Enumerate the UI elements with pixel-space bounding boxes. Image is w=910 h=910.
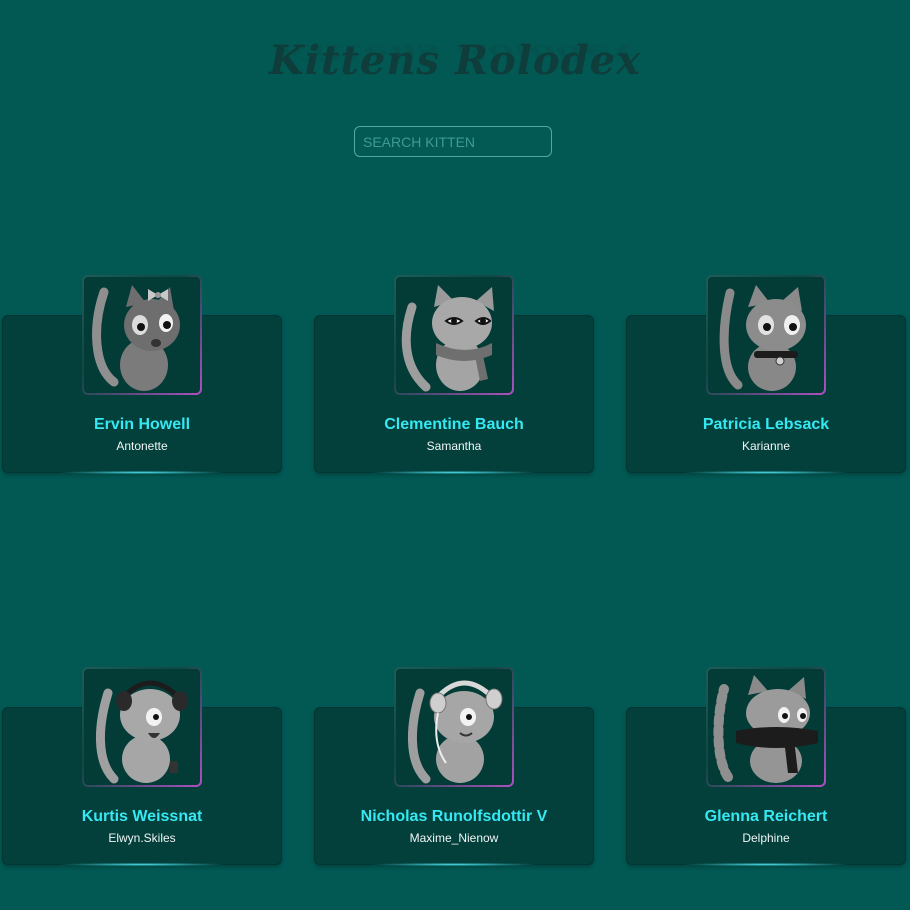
- card-glow: [374, 863, 534, 866]
- kitten-avatar: [706, 275, 826, 395]
- kitten-avatar: [82, 275, 202, 395]
- search-input[interactable]: [354, 126, 552, 157]
- card-glow: [374, 471, 534, 474]
- kitten-avatar: [394, 275, 514, 395]
- card-glow: [62, 863, 222, 866]
- card-glow: [686, 863, 846, 866]
- kitten-name: Ervin Howell: [93, 416, 191, 433]
- kitten-username: Karianne: [741, 439, 791, 453]
- page: Kittens Rolodex Kittens Rolodex Ervin Ho…: [0, 0, 910, 910]
- kitten-username: Delphine: [742, 831, 790, 845]
- kitten-name: Glenna Reichert: [704, 808, 828, 825]
- kitten-avatar: [82, 667, 202, 787]
- kitten-username: Antonette: [116, 439, 168, 453]
- kitten-username: Elwyn.Skiles: [108, 831, 176, 845]
- kitten-name: Kurtis Weissnat: [81, 808, 203, 825]
- page-title: Kittens Rolodex: [269, 37, 641, 84]
- kitten-name: Nicholas Runolfsdottir V: [360, 808, 548, 825]
- card-glow: [62, 471, 222, 474]
- card-glow: [686, 471, 846, 474]
- kitten-name: Patricia Lebsack: [702, 416, 830, 433]
- kitten-username: Maxime_Nienow: [409, 831, 499, 845]
- kitten-avatar: [706, 667, 826, 787]
- kitten-name: Clementine Bauch: [384, 416, 524, 433]
- kitten-avatar: [394, 667, 514, 787]
- kitten-username: Samantha: [426, 439, 482, 453]
